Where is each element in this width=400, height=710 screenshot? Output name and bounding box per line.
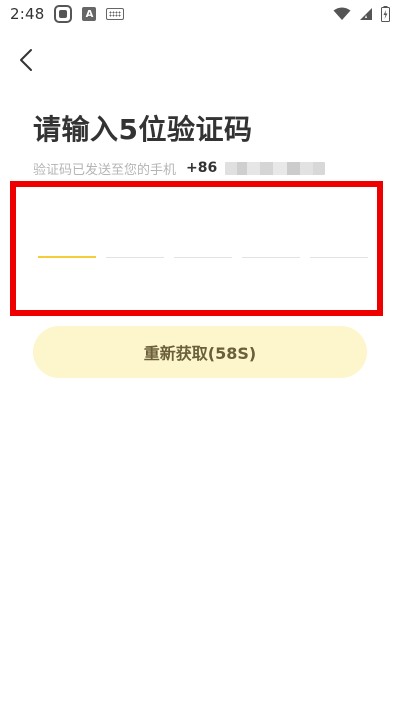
code-slot-1[interactable] bbox=[38, 254, 96, 258]
subtitle-row: 验证码已发送至您的手机 +86 bbox=[33, 158, 326, 178]
code-slot-underline bbox=[106, 257, 164, 258]
status-right bbox=[333, 6, 390, 22]
status-left: 2:48 A bbox=[10, 5, 125, 23]
page-title: 请输入5位验证码 bbox=[33, 113, 253, 146]
subtitle-text: 验证码已发送至您的手机 bbox=[33, 162, 177, 178]
code-input-area[interactable] bbox=[10, 181, 383, 316]
back-button[interactable] bbox=[12, 46, 40, 74]
code-slot-2[interactable] bbox=[106, 254, 164, 258]
code-slot-underline bbox=[310, 257, 368, 258]
gallery-icon bbox=[54, 5, 73, 23]
a-icon: A bbox=[82, 7, 97, 21]
code-slot-underline bbox=[174, 257, 232, 258]
resend-code-button[interactable]: 重新获取(58S) bbox=[33, 326, 367, 378]
masked-phone-number bbox=[225, 161, 326, 175]
chevron-left-icon bbox=[20, 49, 32, 71]
battery-icon bbox=[381, 6, 390, 22]
wifi-icon bbox=[333, 7, 351, 21]
code-slot-underline bbox=[38, 256, 96, 258]
code-slot-underline bbox=[242, 257, 300, 258]
code-slot-3[interactable] bbox=[174, 254, 232, 258]
signal-icon bbox=[359, 7, 373, 21]
keyboard-icon bbox=[106, 8, 125, 20]
code-slot-5[interactable] bbox=[310, 254, 368, 258]
status-bar: 2:48 A bbox=[0, 0, 400, 28]
country-code: +86 bbox=[186, 160, 218, 176]
code-slots bbox=[38, 254, 368, 258]
status-time: 2:48 bbox=[10, 5, 45, 23]
code-slot-4[interactable] bbox=[242, 254, 300, 258]
